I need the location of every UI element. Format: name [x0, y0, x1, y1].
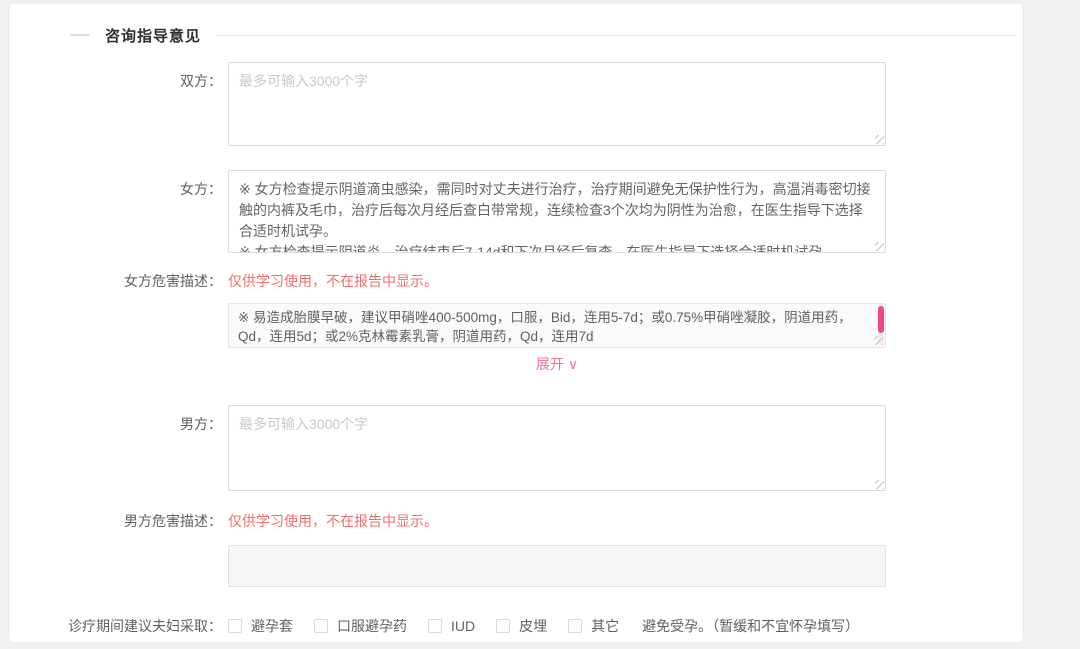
contraception-option[interactable]: 口服避孕药: [314, 616, 407, 636]
contraception-label: 诊疗期间建议夫妇采取：: [10, 616, 228, 636]
male-harm-note: 仅供学习使用，不在报告中显示。: [228, 513, 438, 529]
scrollbar-track[interactable]: [878, 305, 884, 346]
chevron-down-icon: ∨: [568, 356, 578, 372]
both-parties-row: 双方：: [10, 62, 1016, 146]
consultation-guidance-card: 咨询指导意见 双方： 女方： ※ 女方检查提示阴道滴虫感染，需同时对丈夫进行治疗…: [10, 4, 1022, 642]
male-harm-content-box: [228, 545, 886, 587]
female-harm-content-text: ※ 易造成胎膜早破，建议甲硝唑400-500mg，口服，Bid，连用5-7d；或…: [238, 310, 852, 344]
expand-link[interactable]: 展开 ∨: [536, 354, 578, 374]
male-harm-header-row: 男方危害描述： 仅供学习使用，不在报告中显示。: [10, 511, 1016, 531]
checkbox-icon[interactable]: [314, 619, 328, 633]
expand-row: 展开 ∨: [10, 354, 1016, 374]
section-header: 咨询指导意见: [70, 26, 1016, 44]
contraception-option[interactable]: 皮埋: [496, 616, 547, 636]
female-harm-content-box[interactable]: ※ 易造成胎膜早破，建议甲硝唑400-500mg，口服，Bid，连用5-7d；或…: [228, 303, 886, 348]
female-row: 女方： ※ 女方检查提示阴道滴虫感染，需同时对丈夫进行治疗，治疗期间避免无保护性…: [10, 170, 1016, 253]
checkbox-icon[interactable]: [428, 619, 442, 633]
header-dash-line: [70, 34, 89, 36]
contraception-suffix: 避免受孕。（暂缓和不宜怀孕填写）: [642, 616, 859, 636]
contraception-row: 诊疗期间建议夫妇采取： 避孕套 口服避孕药 IU: [10, 616, 1016, 636]
both-parties-label: 双方：: [10, 62, 228, 91]
contraception-options: 避孕套 口服避孕药 IUD 皮埋: [228, 616, 640, 636]
both-parties-textarea[interactable]: [228, 62, 886, 146]
male-harm-content-row: [10, 545, 1016, 587]
header-divider-line: [217, 35, 1016, 36]
female-harm-content-row: ※ 易造成胎膜早破，建议甲硝唑400-500mg，口服，Bid，连用5-7d；或…: [10, 303, 1016, 348]
checkbox-icon[interactable]: [568, 619, 582, 633]
female-harm-header-row: 女方危害描述： 仅供学习使用，不在报告中显示。: [10, 271, 1016, 291]
male-harm-label: 男方危害描述：: [10, 511, 228, 531]
checkbox-icon[interactable]: [496, 619, 510, 633]
contraception-option[interactable]: 其它: [568, 616, 619, 636]
female-label: 女方：: [10, 170, 228, 199]
section-title: 咨询指导意见: [105, 25, 201, 46]
male-textarea[interactable]: [228, 405, 886, 491]
female-harm-label: 女方危害描述：: [10, 271, 228, 291]
contraception-option[interactable]: 避孕套: [228, 616, 293, 636]
checkbox-icon[interactable]: [228, 619, 242, 633]
scrollbar-thumb[interactable]: [878, 306, 884, 333]
contraception-option[interactable]: IUD: [428, 618, 475, 634]
male-label: 男方：: [10, 405, 228, 434]
female-textarea[interactable]: ※ 女方检查提示阴道滴虫感染，需同时对丈夫进行治疗，治疗期间避免无保护性行为，高…: [228, 170, 886, 253]
female-harm-note: 仅供学习使用，不在报告中显示。: [228, 273, 438, 289]
male-row: 男方：: [10, 405, 1016, 491]
